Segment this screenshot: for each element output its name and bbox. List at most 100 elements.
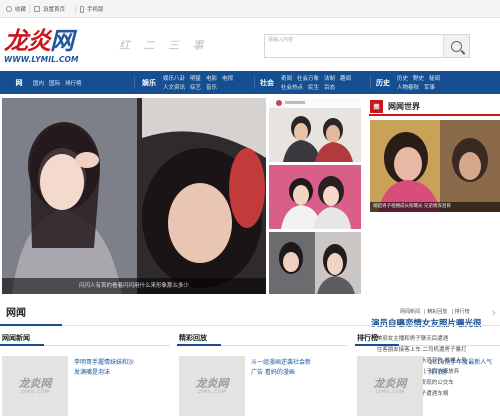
placeholder-url: LYMIL.COM: [20, 389, 50, 395]
nav-sub-item[interactable]: 电视: [222, 74, 233, 82]
mobile-label: 手机版: [87, 7, 104, 13]
search-input[interactable]: 请输入内容: [268, 36, 293, 43]
main-nav: 网 国内 国际 排行榜 娱乐 娱乐八卦 明星 电影 电视 人文资讯 综艺 音乐: [0, 71, 500, 94]
nav-group-history: 历史 历史 野史 秘闻 人物春秋 军事: [372, 71, 440, 94]
favorite-link[interactable]: 收藏: [6, 5, 26, 13]
placeholder-url: LYMIL.COM: [197, 389, 227, 395]
nav-group-ent: 娱乐 娱乐八卦 明星 电影 电视 人文资讯 综艺 音乐: [138, 71, 233, 94]
logo-text-blue: 网: [50, 27, 74, 55]
hero-caption: 闪闪人有首的看着闪闪用什么来形象那么多少: [2, 278, 266, 294]
set-homepage-label: 设置首页: [43, 7, 66, 13]
section-header: 网闻 网闻新闻 | 精彩回放 | 排行榜 ›: [0, 300, 500, 326]
section-link[interactable]: 网闻新闻: [400, 309, 420, 315]
logo-text: 龙炎网: [4, 27, 74, 55]
nav-item-ent[interactable]: 娱乐: [138, 78, 160, 88]
set-homepage-link[interactable]: 设置首页: [34, 5, 65, 13]
thumbnail-item[interactable]: [269, 165, 361, 229]
nav-sub-item[interactable]: 趣闻: [340, 74, 351, 82]
world-title[interactable]: 网闻世界: [388, 101, 420, 112]
nav-item-society[interactable]: 社会: [256, 78, 278, 88]
nav-item-news[interactable]: 网: [8, 78, 30, 88]
thumbnail-photo: [269, 98, 361, 162]
nav-group-society: 社会 奇闻 社会万象 法制 趣闻 社会热点 民生 百态: [256, 71, 351, 94]
placeholder-image[interactable]: 龙炎网 LYMIL.COM: [2, 356, 68, 416]
site-logo[interactable]: 龙炎网 WWW.LYMIL.COM: [4, 27, 96, 65]
column-underline: [355, 344, 399, 346]
logo-url: WWW.LYMIL.COM: [4, 55, 79, 64]
world-header: 图 网闻世界: [369, 98, 500, 116]
section-links: 网闻新闻 | 精彩回放 | 排行榜: [400, 309, 470, 315]
column-underline: [0, 344, 44, 346]
nav-sub-item[interactable]: 军事: [424, 83, 435, 91]
home-icon: [34, 6, 40, 12]
thumbnail-item[interactable]: [269, 232, 361, 294]
world-feature-photo: [370, 120, 500, 212]
column-headline[interactable]: 2018快手年度最新人气排行榜: [429, 358, 497, 378]
thumbnail-photo: [269, 232, 361, 294]
logo-text-red: 龙炎: [4, 27, 51, 55]
search-box: 请输入内容: [264, 34, 470, 58]
nav-sub-item[interactable]: 秘闻: [429, 74, 440, 82]
nav-sub-item[interactable]: 野史: [413, 74, 424, 82]
mobile-link[interactable]: 手机版: [80, 5, 104, 13]
column-header: 精彩回放: [177, 331, 347, 346]
chevron-right-icon[interactable]: ›: [492, 306, 496, 319]
nav-divider: [370, 76, 371, 89]
section-link[interactable]: 精彩回放: [427, 309, 447, 315]
column-title[interactable]: 网闻新闻: [2, 333, 30, 343]
nav-sub-item[interactable]: 国际: [49, 79, 60, 87]
thumbnail-item[interactable]: [269, 98, 361, 162]
nav-sub-item[interactable]: 国内: [33, 79, 44, 87]
placeholder-logo: 龙炎网: [195, 376, 229, 390]
section-title: 网闻: [6, 308, 26, 319]
hero-photo: [2, 98, 266, 294]
column-replay: 精彩回放 龙炎网 LYMIL.COM 斗一组漫画逆袭社会新广告 看妈的漫画: [177, 331, 347, 417]
column-news: 网闻新闻 龙炎网 LYMIL.COM 李明哥手握情妹妹和沙发满嘴是泡沫: [0, 331, 170, 417]
divider: [29, 4, 30, 14]
column-underline: [177, 344, 221, 346]
hero-slide[interactable]: 闪闪人有首的看着闪闪用什么来形象那么多少: [2, 98, 266, 294]
column-title[interactable]: 排行榜: [357, 333, 378, 343]
section-link[interactable]: 排行榜: [455, 309, 470, 315]
search-icon: [451, 40, 462, 52]
nav-sub-item[interactable]: 社会热点: [281, 83, 303, 91]
column-title[interactable]: 精彩回放: [179, 333, 207, 343]
column-headline[interactable]: 斗一组漫画逆袭社会新广告 看妈的漫画: [251, 358, 313, 378]
top-bar: 收藏 设置首页 手机版: [0, 0, 500, 18]
picture-icon: 图: [370, 99, 383, 113]
star-icon: [6, 6, 12, 12]
divider: [75, 4, 76, 14]
nav-sub-item[interactable]: 娱乐八卦: [163, 74, 185, 82]
nav-sub-item[interactable]: 民生: [308, 83, 319, 91]
nav-sub-item[interactable]: 音乐: [206, 83, 217, 91]
nav-sub-item[interactable]: 百态: [324, 83, 335, 91]
nav-sub-item[interactable]: 历史: [397, 74, 408, 82]
section-underline: [0, 324, 62, 326]
nav-sub-item[interactable]: 人文资讯: [163, 83, 185, 91]
nav-sub-item[interactable]: 排行榜: [65, 79, 82, 87]
column-header: 排行榜: [355, 331, 500, 346]
nav-divider: [254, 76, 255, 89]
nav-sub-item[interactable]: 法制: [324, 74, 335, 82]
placeholder-image[interactable]: 龙炎网 LYMIL.COM: [357, 356, 423, 416]
nav-sub-item[interactable]: 人物春秋: [397, 83, 419, 91]
nav-sub-item[interactable]: 社会万象: [297, 74, 319, 82]
column-header: 网闻新闻: [0, 331, 170, 346]
nav-sub-item[interactable]: 电影: [206, 74, 217, 82]
mobile-icon: [80, 5, 84, 13]
column-headline[interactable]: 李明哥手握情妹妹和沙发满嘴是泡沫: [74, 358, 136, 378]
nav-sub-item[interactable]: 综艺: [190, 83, 201, 91]
search-button[interactable]: [443, 35, 469, 57]
nav-sub-item[interactable]: 奇闻: [281, 74, 292, 82]
nav-sub-item[interactable]: 明星: [190, 74, 201, 82]
nav-item-history[interactable]: 历史: [372, 78, 394, 88]
slogan: 红 二 三 事: [119, 39, 209, 52]
world-feature-caption: 胡超男子相拥成长照曝光 兄弟情深泪目: [370, 202, 500, 212]
nav-group-news: 网 国内 国际 排行榜: [8, 71, 82, 94]
thumbnail-photo: [269, 165, 361, 229]
world-feature[interactable]: 胡超男子相拥成长照曝光 兄弟情深泪目: [370, 120, 500, 212]
placeholder-logo: 龙炎网: [373, 376, 407, 390]
column-ranking: 排行榜 龙炎网 LYMIL.COM 2018快手年度最新人气排行榜: [355, 331, 500, 417]
nav-divider: [134, 76, 135, 89]
placeholder-image[interactable]: 龙炎网 LYMIL.COM: [179, 356, 245, 416]
